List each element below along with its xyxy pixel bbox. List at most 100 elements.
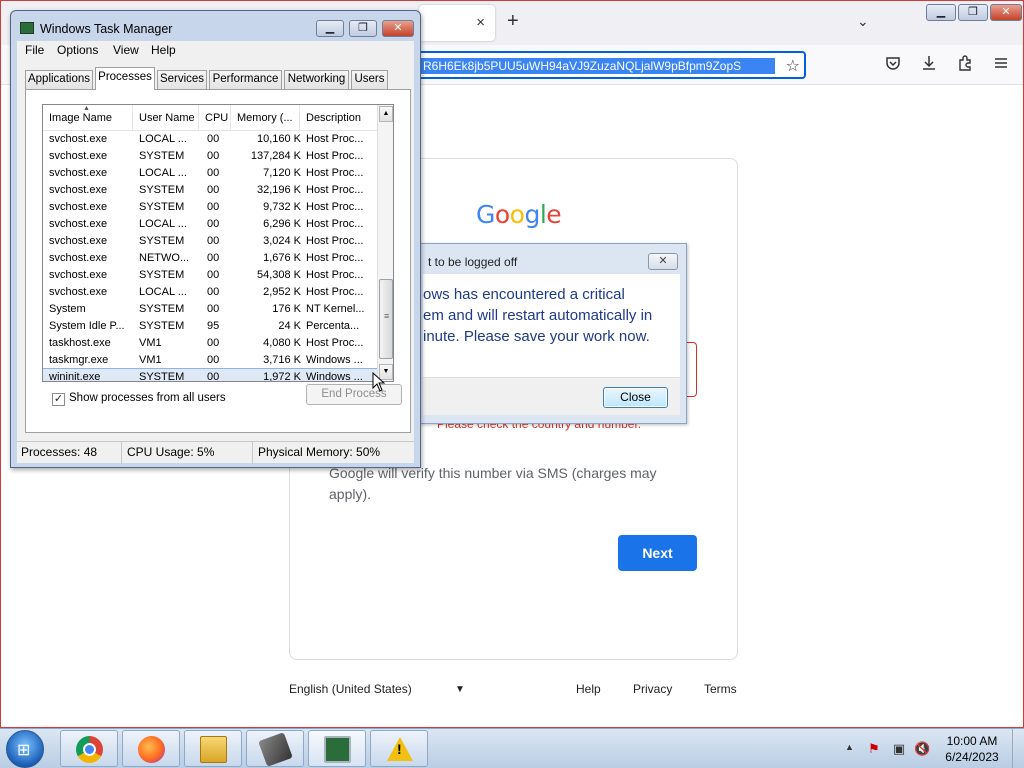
dialog-close-icon[interactable]: ✕ bbox=[648, 253, 678, 270]
taskbar-explorer[interactable] bbox=[184, 730, 242, 767]
menu-bar: File Options View Help bbox=[17, 41, 414, 61]
process-row[interactable]: System SYSTEM 00 176 K NT Kernel... bbox=[43, 301, 377, 318]
volume-muted-icon[interactable]: 🔇 bbox=[914, 741, 930, 757]
tab-users[interactable]: Users bbox=[351, 70, 388, 89]
show-all-users-label[interactable]: Show processes from all users bbox=[69, 392, 226, 404]
process-description: Host Proc... bbox=[306, 286, 364, 298]
clock-time[interactable]: 10:00 AM bbox=[936, 734, 1008, 748]
process-memory: 7,120 K bbox=[263, 167, 301, 179]
tab-networking[interactable]: Networking bbox=[284, 70, 349, 89]
language-dropdown-icon[interactable]: ▼ bbox=[455, 684, 465, 695]
tab-close-icon[interactable]: × bbox=[476, 14, 485, 31]
process-row[interactable]: svchost.exe SYSTEM 00 9,732 K Host Proc... bbox=[43, 199, 377, 216]
start-button[interactable]: ⊞ bbox=[6, 730, 44, 768]
taskmgr-icon bbox=[324, 736, 351, 763]
process-list[interactable]: Image Name ▲ User Name CPU Memory (... D… bbox=[42, 104, 394, 382]
process-description: Host Proc... bbox=[306, 269, 364, 281]
scroll-up-icon[interactable]: ▲ bbox=[379, 106, 393, 122]
process-description: Host Proc... bbox=[306, 167, 364, 179]
checkbox-check-icon[interactable]: ✓ bbox=[52, 393, 65, 406]
process-list-scrollbar[interactable]: ▲ ≡ ▼ bbox=[377, 105, 393, 381]
process-row[interactable]: svchost.exe SYSTEM 00 32,196 K Host Proc... bbox=[43, 182, 377, 199]
scrollbar-thumb[interactable]: ≡ bbox=[379, 279, 393, 359]
process-row[interactable]: taskmgr.exe VM1 00 3,716 K Windows ... bbox=[43, 352, 377, 369]
bookmark-star-icon[interactable]: ☆ bbox=[786, 56, 800, 76]
process-row[interactable]: svchost.exe SYSTEM 00 3,024 K Host Proc... bbox=[43, 233, 377, 250]
tray-expand-icon[interactable]: ▲ bbox=[845, 742, 854, 752]
extensions-icon[interactable] bbox=[957, 55, 973, 76]
clock-date[interactable]: 6/24/2023 bbox=[936, 750, 1008, 764]
dialog-message-line: inute. Please save your work now. bbox=[423, 328, 650, 345]
terms-link[interactable]: Terms bbox=[704, 682, 737, 696]
process-row[interactable]: svchost.exe SYSTEM 00 54,308 K Host Proc... bbox=[43, 267, 377, 284]
tab-services[interactable]: Services bbox=[157, 70, 207, 89]
scroll-grip-icon: ≡ bbox=[384, 311, 390, 321]
process-cpu: 00 bbox=[207, 303, 220, 315]
action-center-icon[interactable]: ⚑ bbox=[866, 741, 882, 757]
process-row[interactable]: svchost.exe NETWO... 00 1,676 K Host Proc... bbox=[43, 250, 377, 267]
privacy-link[interactable]: Privacy bbox=[633, 682, 672, 696]
tab-applications[interactable]: Applications bbox=[25, 70, 93, 89]
taskbar-chrome[interactable] bbox=[60, 730, 118, 767]
taskbar-task-manager[interactable] bbox=[308, 730, 366, 767]
taskbar-tool[interactable] bbox=[246, 730, 304, 767]
network-icon[interactable]: ▣ bbox=[891, 741, 907, 757]
process-cpu: 95 bbox=[207, 320, 220, 332]
url-text[interactable]: R6H6Ek8jb5PUU5uWH94aVJ9ZuzaNQLjalW9pBfpm… bbox=[421, 58, 775, 74]
dialog-close-button[interactable]: Close bbox=[603, 387, 668, 408]
new-tab-icon[interactable]: + bbox=[507, 11, 519, 31]
tab-processes[interactable]: Processes bbox=[95, 67, 155, 90]
process-row[interactable]: svchost.exe LOCAL ... 00 7,120 K Host Proc..… bbox=[43, 165, 377, 182]
process-description: Percenta... bbox=[306, 320, 360, 332]
process-row[interactable]: System Idle P... SYSTEM 95 24 K Percenta... bbox=[43, 318, 377, 335]
process-row[interactable]: svchost.exe SYSTEM 00 137,284 K Host Proc... bbox=[43, 148, 377, 165]
process-description: NT Kernel... bbox=[306, 303, 365, 315]
show-desktop-button[interactable] bbox=[1012, 729, 1024, 768]
process-row[interactable]: svchost.exe LOCAL ... 00 10,160 K Host Proc.… bbox=[43, 131, 377, 148]
pocket-icon[interactable] bbox=[885, 55, 901, 76]
menu-help[interactable]: Help bbox=[151, 43, 176, 57]
menu-icon[interactable] bbox=[993, 55, 1009, 76]
next-button[interactable]: Next bbox=[618, 535, 697, 571]
process-row[interactable]: taskhost.exe VM1 00 4,080 K Host Proc... bbox=[43, 335, 377, 352]
tab-list-icon[interactable]: ⌄ bbox=[857, 13, 869, 30]
maximize-button[interactable]: ❐ bbox=[349, 20, 377, 37]
close-button[interactable]: ✕ bbox=[382, 20, 414, 37]
language-select[interactable]: English (United States) bbox=[289, 682, 412, 696]
process-description: Host Proc... bbox=[306, 133, 364, 145]
chrome-icon-center bbox=[83, 743, 96, 756]
process-row[interactable]: svchost.exe LOCAL ... 00 2,952 K Host Proc..… bbox=[43, 284, 377, 301]
process-memory: 54,308 K bbox=[256, 269, 301, 281]
column-cpu[interactable]: CPU bbox=[199, 105, 231, 131]
firefox-close-button[interactable]: ✕ bbox=[990, 4, 1022, 21]
end-process-button[interactable]: End Process bbox=[306, 384, 402, 405]
download-icon[interactable] bbox=[921, 55, 937, 76]
task-manager-window: Windows Task Manager ▁ ❐ ✕ File Options … bbox=[10, 10, 421, 468]
menu-view[interactable]: View bbox=[113, 43, 139, 57]
process-user: LOCAL ... bbox=[139, 218, 187, 230]
process-user: SYSTEM bbox=[139, 269, 185, 281]
tab-performance[interactable]: Performance bbox=[209, 70, 282, 89]
process-row[interactable]: wininit.exe SYSTEM 00 1,972 K Windows ... bbox=[43, 368, 378, 381]
column-description[interactable]: Description bbox=[300, 105, 377, 131]
firefox-minimize-button[interactable]: ▁ bbox=[926, 4, 956, 21]
menu-file[interactable]: File bbox=[25, 43, 44, 57]
minimize-button[interactable]: ▁ bbox=[316, 20, 344, 37]
process-name: System bbox=[49, 303, 86, 315]
firefox-maximize-button[interactable]: ❐ bbox=[958, 4, 988, 21]
menu-options[interactable]: Options bbox=[57, 43, 98, 57]
process-cpu: 00 bbox=[207, 201, 220, 213]
dialog-message-line: ows has encountered a critical bbox=[423, 286, 625, 303]
browser-tab[interactable]: × bbox=[419, 5, 495, 41]
process-cpu: 00 bbox=[207, 218, 220, 230]
url-bar[interactable]: R6H6Ek8jb5PUU5uWH94aVJ9ZuzaNQLjalW9pBfpm… bbox=[419, 51, 806, 79]
process-user: LOCAL ... bbox=[139, 133, 187, 145]
sort-ascending-icon: ▲ bbox=[83, 105, 90, 112]
column-user-name[interactable]: User Name bbox=[133, 105, 199, 131]
help-link[interactable]: Help bbox=[576, 682, 601, 696]
taskbar-firefox[interactable] bbox=[122, 730, 180, 767]
process-memory: 1,676 K bbox=[263, 252, 301, 264]
column-memory[interactable]: Memory (... bbox=[231, 105, 300, 131]
taskbar-warning[interactable]: ! bbox=[370, 730, 428, 767]
process-row[interactable]: svchost.exe LOCAL ... 00 6,296 K Host Proc..… bbox=[43, 216, 377, 233]
